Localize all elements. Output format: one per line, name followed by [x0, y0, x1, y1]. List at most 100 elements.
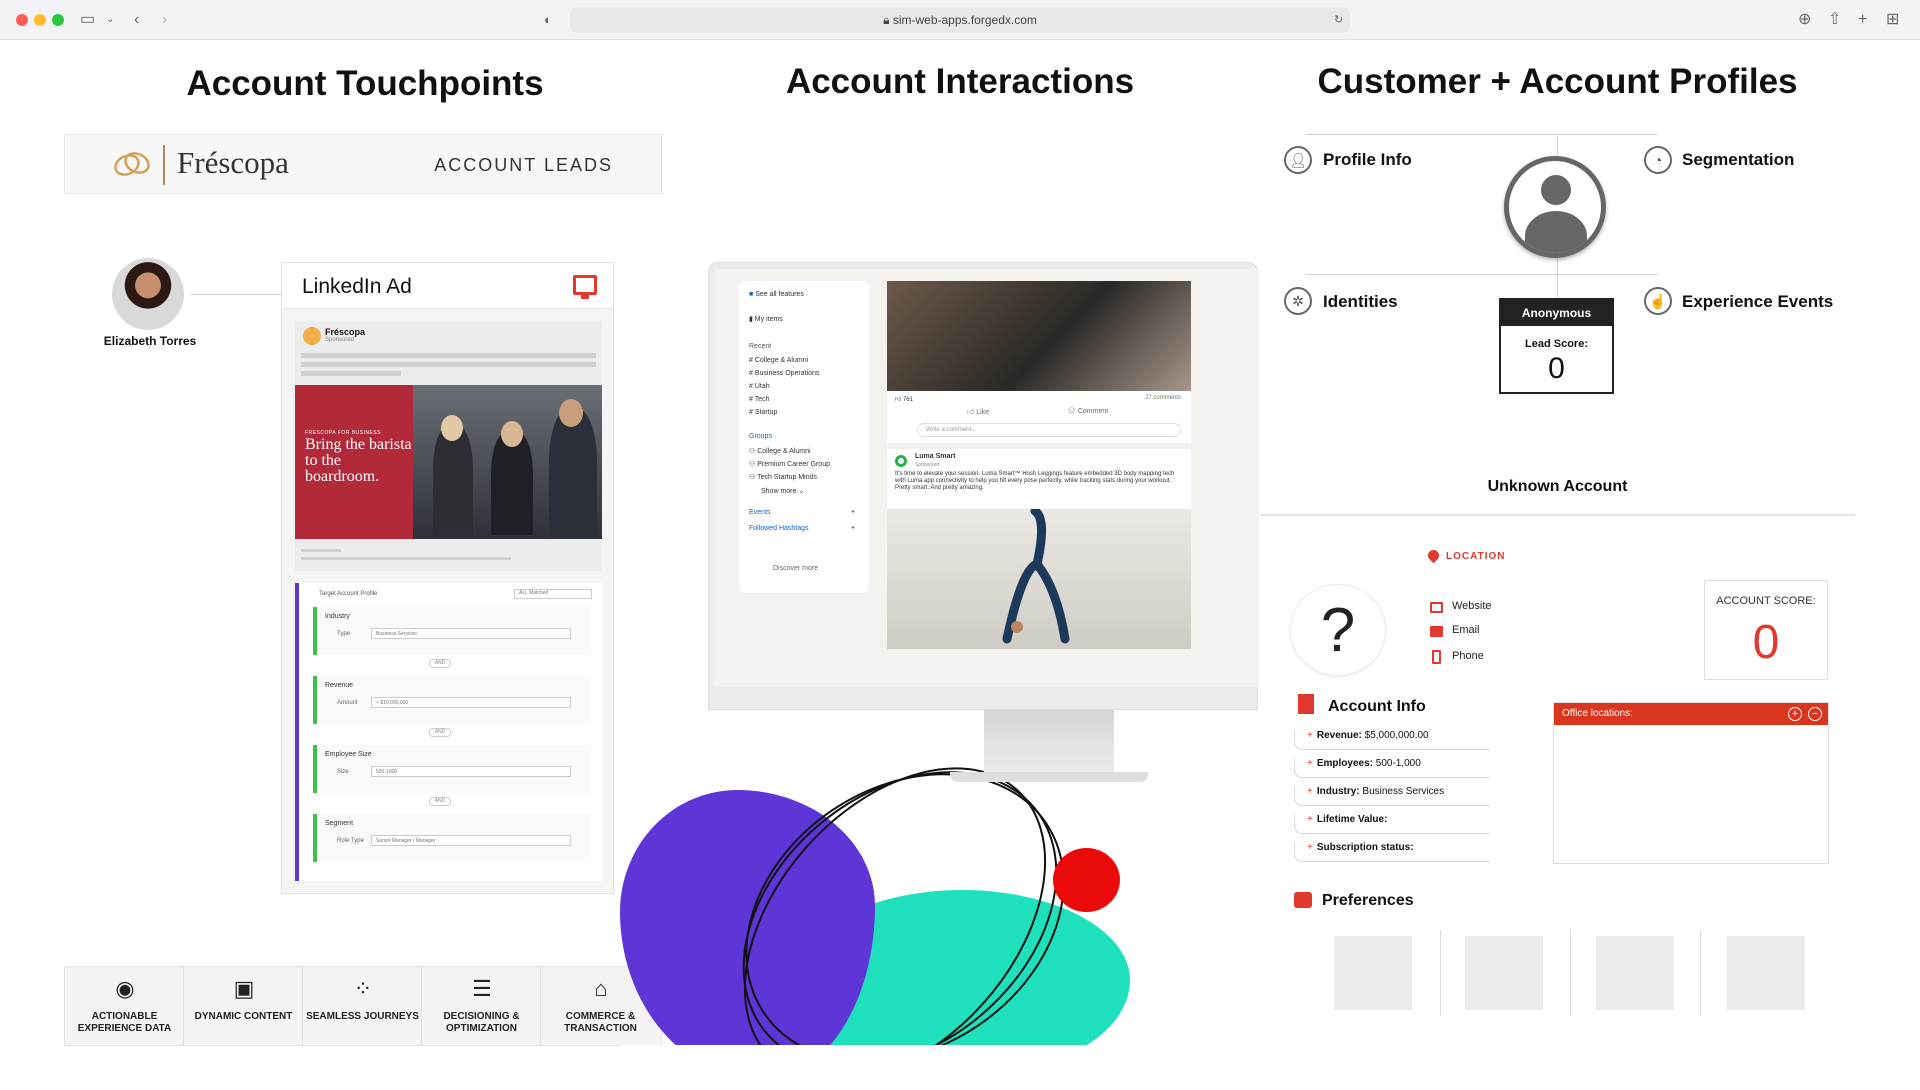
- feature-dynamic-content[interactable]: ▣ DYNAMIC CONTENT: [184, 967, 303, 1045]
- sliders-icon: ☰: [472, 976, 492, 1001]
- feature-decisioning[interactable]: ☰ DECISIONING & OPTIMIZATION: [422, 967, 541, 1045]
- sidebar-item-my-items[interactable]: ▮ My items: [749, 315, 783, 323]
- groups-label[interactable]: Groups: [749, 433, 772, 440]
- condition-value[interactable]: 500-1000: [371, 766, 571, 777]
- condition-value[interactable]: Senior Manager / Manager: [371, 835, 571, 846]
- post-brand: Fréscopa: [325, 327, 366, 337]
- experience-data-icon: ◉: [115, 976, 135, 1001]
- lead-score-label: Lead Score:: [1525, 338, 1588, 350]
- sidebar-item-recent[interactable]: # Tech: [749, 396, 770, 403]
- profile-info-icon[interactable]: 👤︎: [1284, 146, 1312, 174]
- person-figure: [433, 425, 473, 535]
- person-figure: [501, 421, 523, 447]
- website-icon: [1430, 602, 1443, 613]
- chevron-down-icon[interactable]: ⌄: [106, 10, 114, 30]
- comment-button[interactable]: 💬︎ Comment: [1067, 407, 1108, 415]
- preference-tile[interactable]: [1465, 936, 1543, 1010]
- condition-key: Amount: [337, 700, 358, 706]
- sidebar-item-recent[interactable]: # Business Operations: [749, 370, 819, 377]
- condition-label: Industry: [325, 613, 350, 620]
- show-more-link[interactable]: Show more ⌄: [761, 487, 804, 495]
- add-location-icon[interactable]: +: [1788, 707, 1802, 721]
- tab-overview-icon[interactable]: ⊞: [1886, 10, 1899, 30]
- thumbs-up-icon: [1294, 892, 1312, 908]
- segmentation-label[interactable]: Segmentation: [1682, 150, 1794, 170]
- meeting-photo: [887, 281, 1191, 391]
- post-author: Luma Smart: [915, 453, 956, 460]
- experience-events-icon[interactable]: ☝: [1644, 287, 1672, 315]
- condition-label: Revenue: [325, 682, 354, 689]
- sponsored-post: Luma Smart Sponsored It's time to elevat…: [887, 449, 1191, 509]
- sidebar-item-group[interactable]: ⚇ Premium Career Group: [749, 460, 830, 468]
- hashtags-link[interactable]: Followed Hashtags: [749, 525, 809, 532]
- add-event-icon[interactable]: +: [851, 509, 855, 516]
- feature-bar: ◉ ACTIONABLE EXPERIENCE DATA ▣ DYNAMIC C…: [64, 966, 662, 1046]
- monitor-stand: [984, 710, 1114, 780]
- zoom-window-button[interactable]: [52, 14, 64, 26]
- minimize-window-button[interactable]: [34, 14, 46, 26]
- sidebar-item-recent[interactable]: # Startup: [749, 409, 777, 416]
- sidebar-item-recent[interactable]: # Utah: [749, 383, 770, 390]
- condition-value[interactable]: Business Services: [371, 628, 571, 639]
- identities-label[interactable]: Identities: [1323, 292, 1398, 312]
- preference-tile[interactable]: [1334, 936, 1412, 1010]
- shield-icon[interactable]: ◐: [544, 10, 552, 30]
- add-hashtag-icon[interactable]: +: [851, 525, 855, 532]
- linkedin-feed-screen: ■ See all features ▮ My items Recent # C…: [715, 269, 1259, 687]
- section-divider: [1260, 514, 1855, 516]
- experience-events-label[interactable]: Experience Events: [1682, 292, 1833, 312]
- reload-icon[interactable]: ↻: [1334, 10, 1343, 30]
- match-select[interactable]: ALL Matched: [514, 589, 592, 599]
- sidebar-item-group[interactable]: ⚇ College & Alumni: [749, 447, 811, 455]
- preference-tile[interactable]: [1596, 936, 1674, 1010]
- download-icon[interactable]: ⊕: [1798, 10, 1811, 30]
- profile-info-label[interactable]: Profile Info: [1323, 150, 1412, 170]
- close-window-button[interactable]: [16, 14, 28, 26]
- ad-photo: [413, 385, 602, 539]
- preference-tile[interactable]: [1727, 936, 1805, 1010]
- sidebar-item-see-all[interactable]: ■ See all features: [749, 291, 804, 298]
- condition-key: Size: [337, 769, 349, 775]
- and-operator: AND: [429, 659, 451, 668]
- ad-image[interactable]: FRESCOPA FOR BUSINESS Bring the barista …: [295, 385, 602, 539]
- linkedin-post: Fréscopa Sponsored FRESCOPA FOR BUSINESS…: [295, 321, 602, 571]
- sidebar-toggle-icon[interactable]: ▭: [80, 10, 95, 30]
- brand-divider: [163, 145, 165, 185]
- profile-connector: [1306, 134, 1658, 135]
- person-figure: [559, 399, 583, 427]
- remove-location-icon[interactable]: −: [1808, 707, 1822, 721]
- discover-more-link[interactable]: Discover more: [773, 565, 818, 572]
- url-field[interactable]: 🔒︎ sim-web-apps.forgedx.com: [570, 7, 1350, 33]
- events-link[interactable]: Events: [749, 509, 770, 516]
- avatar-head: [1541, 175, 1571, 205]
- monitor-icon: [573, 275, 597, 299]
- forward-icon[interactable]: ›: [162, 10, 167, 30]
- red-dot: [1053, 848, 1120, 912]
- post-sponsored: Sponsored: [325, 337, 355, 343]
- chevron-down-icon: ⌄: [798, 488, 805, 495]
- location-label: LOCATION: [1446, 551, 1506, 562]
- sidebar-item-recent[interactable]: # College & Alumni: [749, 357, 808, 364]
- feature-journeys[interactable]: ⁘ SEAMLESS JOURNEYS: [303, 967, 422, 1045]
- person-avatar[interactable]: [112, 258, 184, 330]
- email-label[interactable]: Email: [1452, 624, 1480, 636]
- condition-value[interactable]: > $10,000,000: [371, 697, 571, 708]
- lead-score-value: 0: [1548, 352, 1565, 385]
- location-pin-icon: [1425, 547, 1442, 564]
- website-label[interactable]: Website: [1452, 600, 1492, 612]
- account-info-title: Account Info: [1328, 698, 1426, 715]
- phone-label[interactable]: Phone: [1452, 650, 1484, 662]
- profile-avatar[interactable]: [1504, 156, 1606, 258]
- like-button[interactable]: 👍︎ Like: [967, 407, 989, 416]
- post-logo-icon: [303, 327, 321, 345]
- share-icon[interactable]: ⇧: [1828, 10, 1841, 30]
- new-tab-icon[interactable]: +: [1858, 10, 1867, 30]
- linkedin-ad-card: LinkedIn Ad Fréscopa Sponsored FRESCOPA …: [281, 262, 614, 894]
- feature-experience-data[interactable]: ◉ ACTIONABLE EXPERIENCE DATA: [65, 967, 184, 1045]
- comment-input[interactable]: Write a comment...: [917, 423, 1181, 437]
- sidebar-item-group[interactable]: ⚇ Tech Startup Minds: [749, 473, 817, 481]
- segmentation-icon[interactable]: ◔: [1644, 146, 1672, 174]
- back-icon[interactable]: ‹: [134, 10, 139, 30]
- identities-icon[interactable]: ✲: [1284, 287, 1312, 315]
- office-locations-panel: Office locations: + −: [1553, 702, 1829, 864]
